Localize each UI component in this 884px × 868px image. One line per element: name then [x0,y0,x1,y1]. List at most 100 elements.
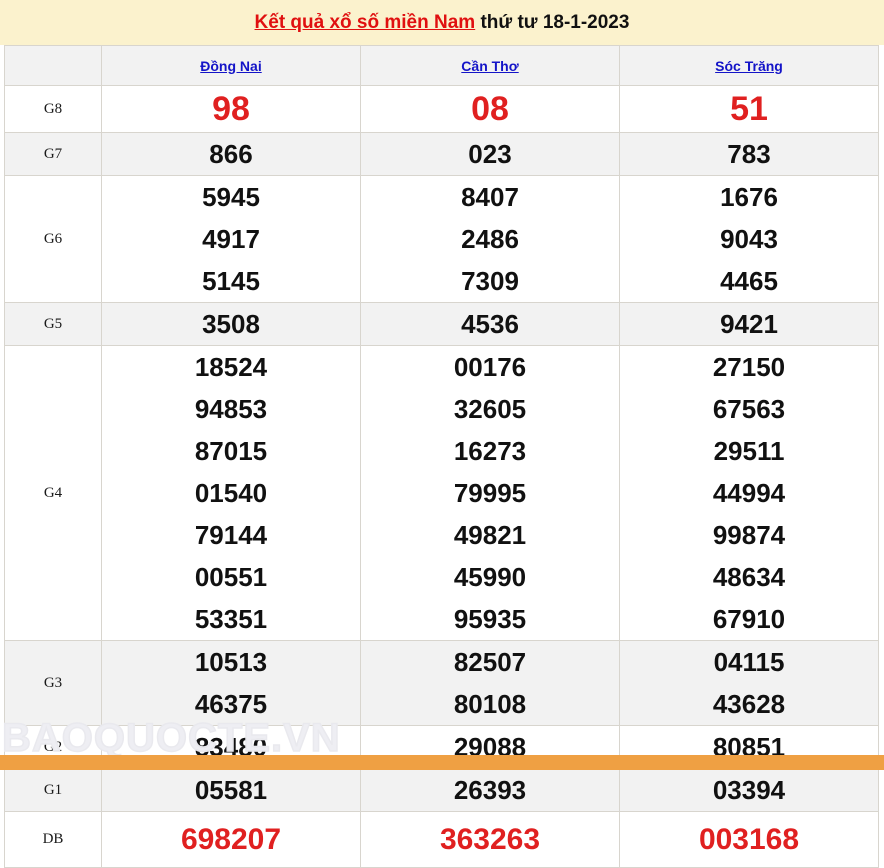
prize-cell: 4536 [361,303,620,346]
prize-cell: 08 [361,86,620,133]
prize-label-g7: G7 [5,133,102,176]
page-title-main: Kết quả xổ số miền Nam [255,12,476,33]
bottom-orange-bar [0,755,884,770]
table-corner-cell [5,46,102,86]
column-header-province-2[interactable]: Cần Thơ [361,46,620,86]
prize-cell: 27150675632951144994998744863467910 [620,346,879,641]
prize-label-g4: G4 [5,346,102,641]
prize-cell: 023 [361,133,620,176]
prize-cell: 003168 [620,812,879,868]
page-title: Kết quả xổ số miền Nam thứ tư 18-1-2023 [255,12,630,34]
prize-number: 866 [102,133,360,175]
page-title-band: Kết quả xổ số miền Nam thứ tư 18-1-2023 [0,0,884,45]
table-body: G8980851G7866023783G65945491751458407248… [5,86,879,868]
prize-number: 26393 [361,769,619,811]
prize-number: 18524 [102,346,360,388]
prize-cell: 18524948538701501540791440055153351 [102,346,361,641]
prize-cell: 783 [620,133,879,176]
prize-number: 29511 [620,430,878,472]
prize-number: 00176 [361,346,619,388]
prize-cell: 866 [102,133,361,176]
prize-number: 67563 [620,388,878,430]
prize-cell: 05581 [102,769,361,812]
prize-label-g6: G6 [5,176,102,303]
prize-cell: 9421 [620,303,879,346]
prize-number: 9421 [620,303,878,345]
prize-cell: 698207 [102,812,361,868]
prize-cell: 594549175145 [102,176,361,303]
prize-cell: 26393 [361,769,620,812]
prize-cell: 00176326051627379995498214599095935 [361,346,620,641]
prize-number: 95935 [361,598,619,640]
prize-label-g3: G3 [5,641,102,726]
prize-number: 698207 [102,818,360,862]
prize-number: 5145 [102,260,360,302]
table-row: G418524948538701501540791440055153351001… [5,346,879,641]
prize-label-g1: G1 [5,769,102,812]
prize-number: 79144 [102,514,360,556]
table-row: G5350845369421 [5,303,879,346]
prize-number: 01540 [102,472,360,514]
prize-cell: 3508 [102,303,361,346]
page-title-date: thứ tư 18-1-2023 [475,12,629,33]
prize-label-g5: G5 [5,303,102,346]
prize-number: 1676 [620,176,878,218]
prize-number: 08 [361,86,619,132]
prize-number: 9043 [620,218,878,260]
prize-number: 98 [102,86,360,132]
table-row: G3105134637582507801080411543628 [5,641,879,726]
results-table-wrapper: Đồng Nai Cần Thơ Sóc Trăng G8980851G7866… [0,45,884,868]
prize-number: 94853 [102,388,360,430]
prize-number: 82507 [361,641,619,683]
table-row: G8980851 [5,86,879,133]
prize-number: 3508 [102,303,360,345]
prize-number: 27150 [620,346,878,388]
prize-number: 43628 [620,683,878,725]
prize-number: 00551 [102,556,360,598]
prize-label-g8: G8 [5,86,102,133]
prize-number: 2486 [361,218,619,260]
prize-cell: 8250780108 [361,641,620,726]
prize-cell: 98 [102,86,361,133]
prize-number: 45990 [361,556,619,598]
prize-cell: 1051346375 [102,641,361,726]
table-header-row: Đồng Nai Cần Thơ Sóc Trăng [5,46,879,86]
prize-cell: 840724867309 [361,176,620,303]
prize-number: 003168 [620,818,878,862]
prize-number: 4465 [620,260,878,302]
prize-number: 46375 [102,683,360,725]
prize-number: 48634 [620,556,878,598]
lottery-results-table: Đồng Nai Cần Thơ Sóc Trăng G8980851G7866… [4,45,879,868]
prize-number: 363263 [361,818,619,862]
prize-number: 04115 [620,641,878,683]
prize-number: 16273 [361,430,619,472]
prize-number: 5945 [102,176,360,218]
prize-number: 99874 [620,514,878,556]
prize-cell: 167690434465 [620,176,879,303]
prize-number: 4917 [102,218,360,260]
table-row: G7866023783 [5,133,879,176]
column-header-province-3[interactable]: Sóc Trăng [620,46,879,86]
prize-number: 87015 [102,430,360,472]
prize-number: 03394 [620,769,878,811]
prize-number: 05581 [102,769,360,811]
prize-number: 023 [361,133,619,175]
prize-number: 8407 [361,176,619,218]
prize-label-db: DB [5,812,102,868]
prize-number: 79995 [361,472,619,514]
prize-number: 49821 [361,514,619,556]
prize-number: 4536 [361,303,619,345]
table-header: Đồng Nai Cần Thơ Sóc Trăng [5,46,879,86]
prize-cell: 51 [620,86,879,133]
column-header-province-1[interactable]: Đồng Nai [102,46,361,86]
prize-cell: 363263 [361,812,620,868]
prize-cell: 03394 [620,769,879,812]
table-row: G6594549175145840724867309167690434465 [5,176,879,303]
prize-number: 53351 [102,598,360,640]
prize-number: 10513 [102,641,360,683]
prize-number: 783 [620,133,878,175]
prize-number: 67910 [620,598,878,640]
prize-number: 51 [620,86,878,132]
prize-number: 80108 [361,683,619,725]
table-row: G1055812639303394 [5,769,879,812]
